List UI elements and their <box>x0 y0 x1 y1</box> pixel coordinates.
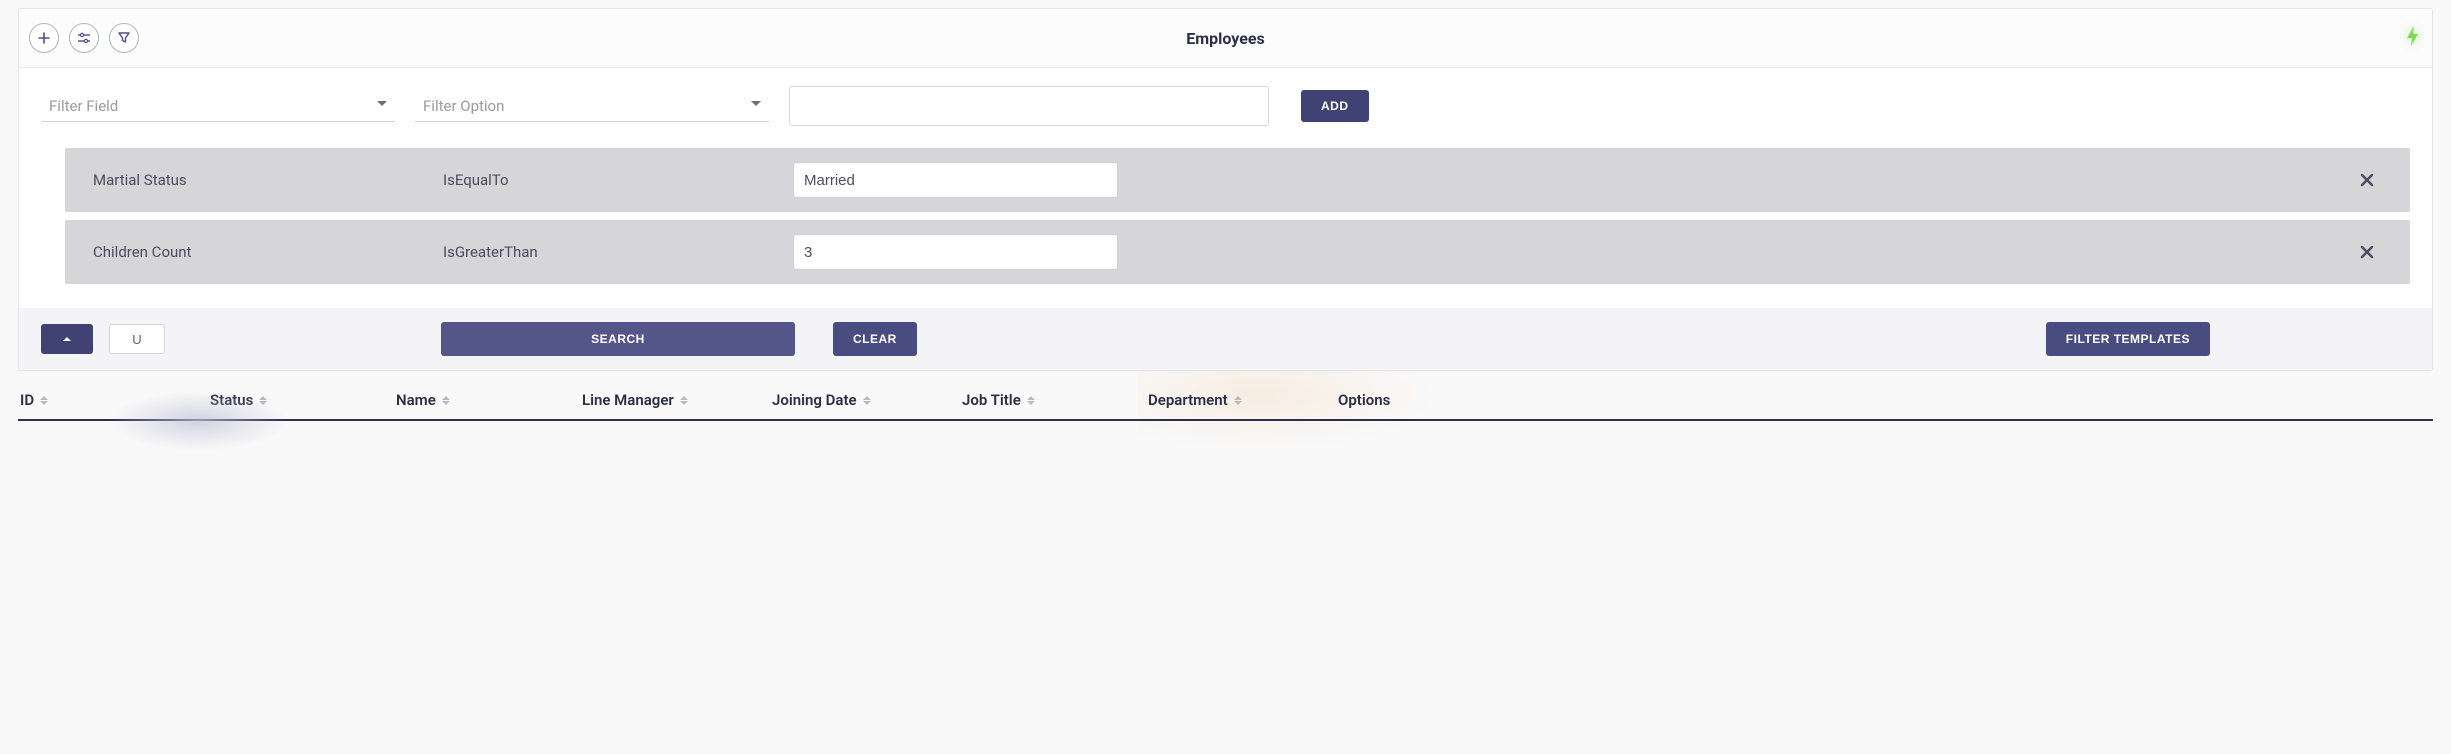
search-button[interactable]: Search <box>441 322 795 356</box>
sort-icon <box>40 396 48 405</box>
column-header-line-manager[interactable]: Line Manager <box>582 391 772 409</box>
filter-row: Martial Status IsEqualTo <box>65 148 2410 212</box>
column-label: Joining Date <box>772 391 857 409</box>
column-header-id[interactable]: ID <box>20 391 210 409</box>
sliders-icon <box>77 32 91 44</box>
filter-action-bar: U Search Clear Filter Templates <box>19 308 2432 370</box>
filter-row-field: Martial Status <box>93 171 443 189</box>
column-label: Options <box>1338 391 1390 409</box>
filter-row-field: Children Count <box>93 243 443 261</box>
chevron-down-icon <box>377 101 387 106</box>
column-label: Line Manager <box>582 391 674 409</box>
sort-icon <box>680 396 688 405</box>
funnel-icon <box>118 32 130 44</box>
filter-option-select[interactable]: Filter Option <box>415 91 769 122</box>
sort-icon <box>442 396 450 405</box>
filter-icon-button[interactable] <box>109 23 139 53</box>
filter-field-placeholder: Filter Field <box>41 91 395 121</box>
column-header-department[interactable]: Department <box>1148 391 1338 409</box>
panel-header: Employees <box>19 9 2432 68</box>
column-header-joining-date[interactable]: Joining Date <box>772 391 962 409</box>
close-icon <box>2360 173 2374 187</box>
add-filter-button[interactable]: Add <box>1301 90 1369 122</box>
column-header-status[interactable]: Status <box>210 391 396 409</box>
filter-row-operator: IsGreaterThan <box>443 243 793 261</box>
filter-templates-button[interactable]: Filter Templates <box>2046 322 2210 356</box>
sort-icon <box>1027 396 1035 405</box>
sort-icon <box>1234 396 1242 405</box>
active-filters-list: Martial Status IsEqualTo Children Count … <box>19 148 2432 308</box>
u-button[interactable]: U <box>109 324 165 354</box>
column-label: Job Title <box>962 391 1021 409</box>
filter-row-value-input[interactable] <box>793 234 1118 270</box>
sort-icon <box>259 396 267 405</box>
column-header-name[interactable]: Name <box>396 391 582 409</box>
add-icon-button[interactable] <box>29 23 59 53</box>
column-label: Name <box>396 391 436 409</box>
filter-row: Children Count IsGreaterThan <box>65 220 2410 284</box>
filter-row-operator: IsEqualTo <box>443 171 793 189</box>
column-header-options: Options <box>1338 391 1458 409</box>
filter-field-select[interactable]: Filter Field <box>41 91 395 122</box>
column-header-job-title[interactable]: Job Title <box>962 391 1148 409</box>
column-label: Status <box>210 391 253 409</box>
adjust-icon-button[interactable] <box>69 23 99 53</box>
column-label: ID <box>20 391 34 409</box>
clear-button[interactable]: Clear <box>833 322 917 356</box>
sort-icon <box>863 396 871 405</box>
filter-row-value-wrap <box>793 162 1118 198</box>
table-header-row: ID Status Name Line Manager Joining Date… <box>18 381 2433 421</box>
filter-value-input[interactable] <box>789 86 1269 126</box>
chevron-down-icon <box>751 101 761 106</box>
filter-panel: Employees Filter Field Filter Option Add… <box>18 8 2433 371</box>
filter-row-value-input[interactable] <box>793 162 1118 198</box>
filter-option-placeholder: Filter Option <box>415 91 769 121</box>
collapse-button[interactable] <box>41 324 93 354</box>
column-label: Department <box>1148 391 1228 409</box>
lightning-icon[interactable] <box>2404 25 2422 51</box>
plus-icon <box>38 32 50 44</box>
remove-filter-button[interactable] <box>2352 236 2382 268</box>
chevron-up-icon <box>63 337 71 341</box>
close-icon <box>2360 245 2374 259</box>
page-title: Employees <box>1186 29 1264 48</box>
filter-row-value-wrap <box>793 234 1118 270</box>
remove-filter-button[interactable] <box>2352 164 2382 196</box>
results-table: ID Status Name Line Manager Joining Date… <box>18 381 2433 421</box>
filter-input-row: Filter Field Filter Option Add <box>19 68 2432 148</box>
header-icon-buttons <box>29 23 139 53</box>
